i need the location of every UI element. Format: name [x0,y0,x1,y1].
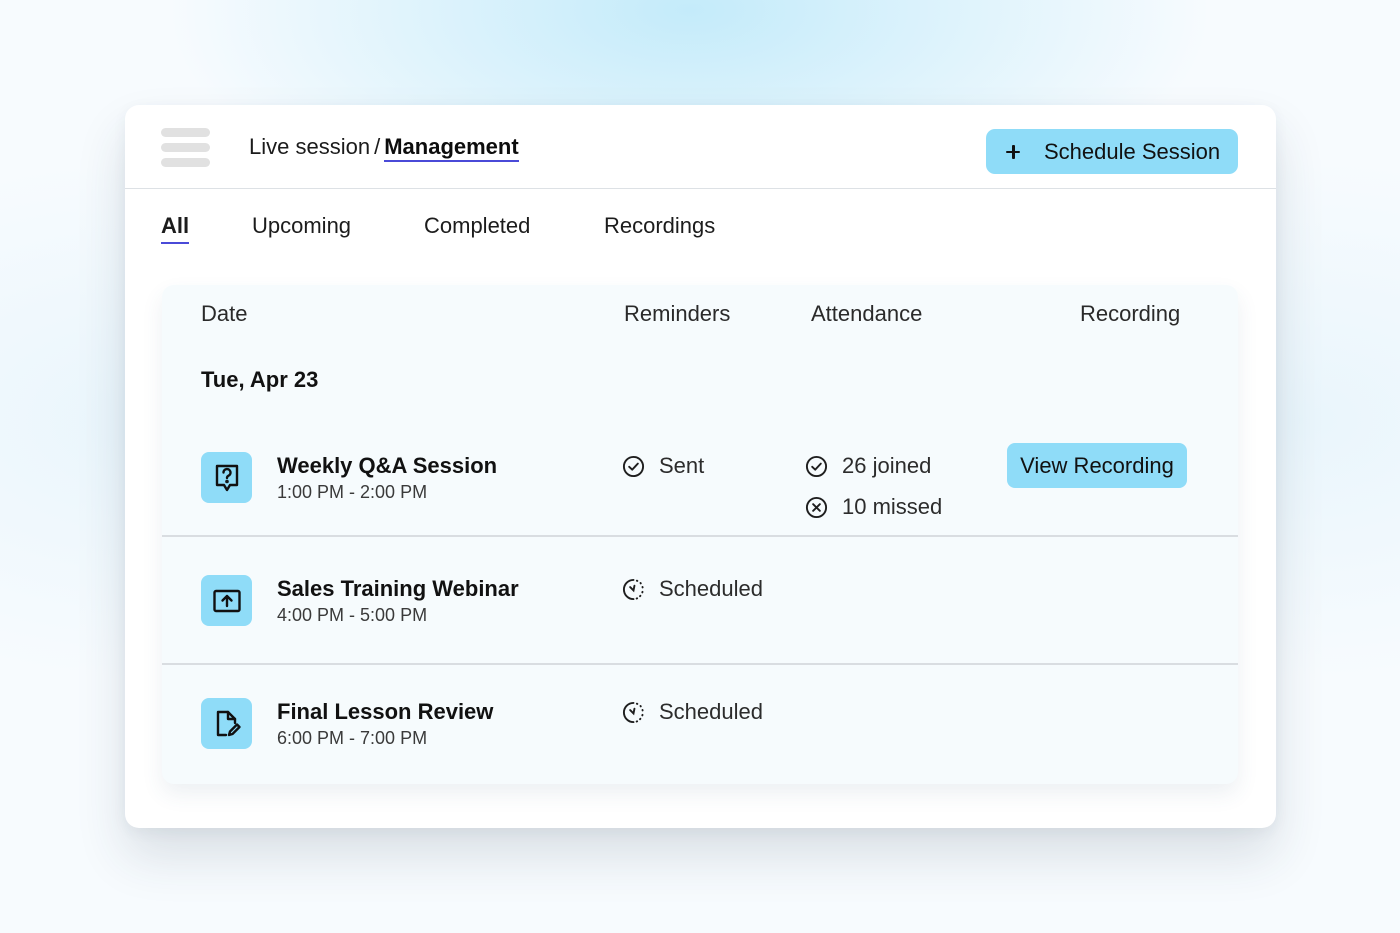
attendance-joined: 26 joined [805,453,931,479]
clock-dashed-icon [622,578,644,600]
row-divider [162,663,1238,665]
reminder-status-label: Sent [659,453,705,478]
column-header-reminders: Reminders [624,301,731,326]
top-bar: Live session / Management Schedule Session [125,105,1276,189]
view-recording-button[interactable]: View Recording [1007,443,1187,488]
check-circle-icon [805,455,828,477]
reminder-status-label: Scheduled [659,576,763,601]
breadcrumb: Live session / Management [249,134,519,162]
date-group-heading: Tue, Apr 23 [201,367,319,392]
breadcrumb-separator: / [374,134,381,159]
session-time: 1:00 PM - 2:00 PM [277,482,428,502]
column-header-date: Date [201,301,248,326]
reminder-status: Scheduled [622,699,763,725]
session-title: Sales Training Webinar [277,576,519,601]
tab-all[interactable]: All [161,213,190,244]
attendance-missed: 10 missed [805,494,942,520]
document-edit-icon [201,698,252,749]
hamburger-menu-icon[interactable] [161,128,210,168]
column-header-attendance: Attendance [811,301,923,326]
tab-upcoming[interactable]: Upcoming [252,213,351,239]
session-title: Final Lesson Review [277,699,494,724]
question-chat-icon [201,452,252,503]
schedule-session-button[interactable]: Schedule Session [986,129,1238,174]
column-header-recording: Recording [1080,301,1181,326]
plus-icon [1003,142,1023,162]
session-time: 4:00 PM - 5:00 PM [277,605,428,625]
row-divider [162,535,1238,537]
session-title: Weekly Q&A Session [277,453,498,478]
breadcrumb-current[interactable]: Management [384,134,519,162]
breadcrumb-parent[interactable]: Live session [249,134,370,159]
upload-screen-icon [201,575,252,626]
attendance-joined-label: 26 joined [842,453,932,478]
sessions-table: Date Reminders Attendance Recording Tue,… [162,285,1238,784]
reminder-status-label: Scheduled [659,699,763,724]
tab-recordings[interactable]: Recordings [604,213,715,239]
schedule-session-label: Schedule Session [1044,138,1221,164]
clock-dashed-icon [622,701,644,723]
attendance-missed-label: 10 missed [842,494,943,519]
reminder-status: Scheduled [622,576,763,602]
check-circle-icon [622,455,645,477]
x-circle-icon [805,496,828,518]
tab-bar: All Upcoming Completed Recordings [125,213,1276,253]
reminder-status: Sent [622,453,704,479]
tab-completed[interactable]: Completed [424,213,530,239]
session-management-card: Live session / Management Schedule Session… [125,105,1276,828]
session-time: 6:00 PM - 7:00 PM [277,728,428,748]
